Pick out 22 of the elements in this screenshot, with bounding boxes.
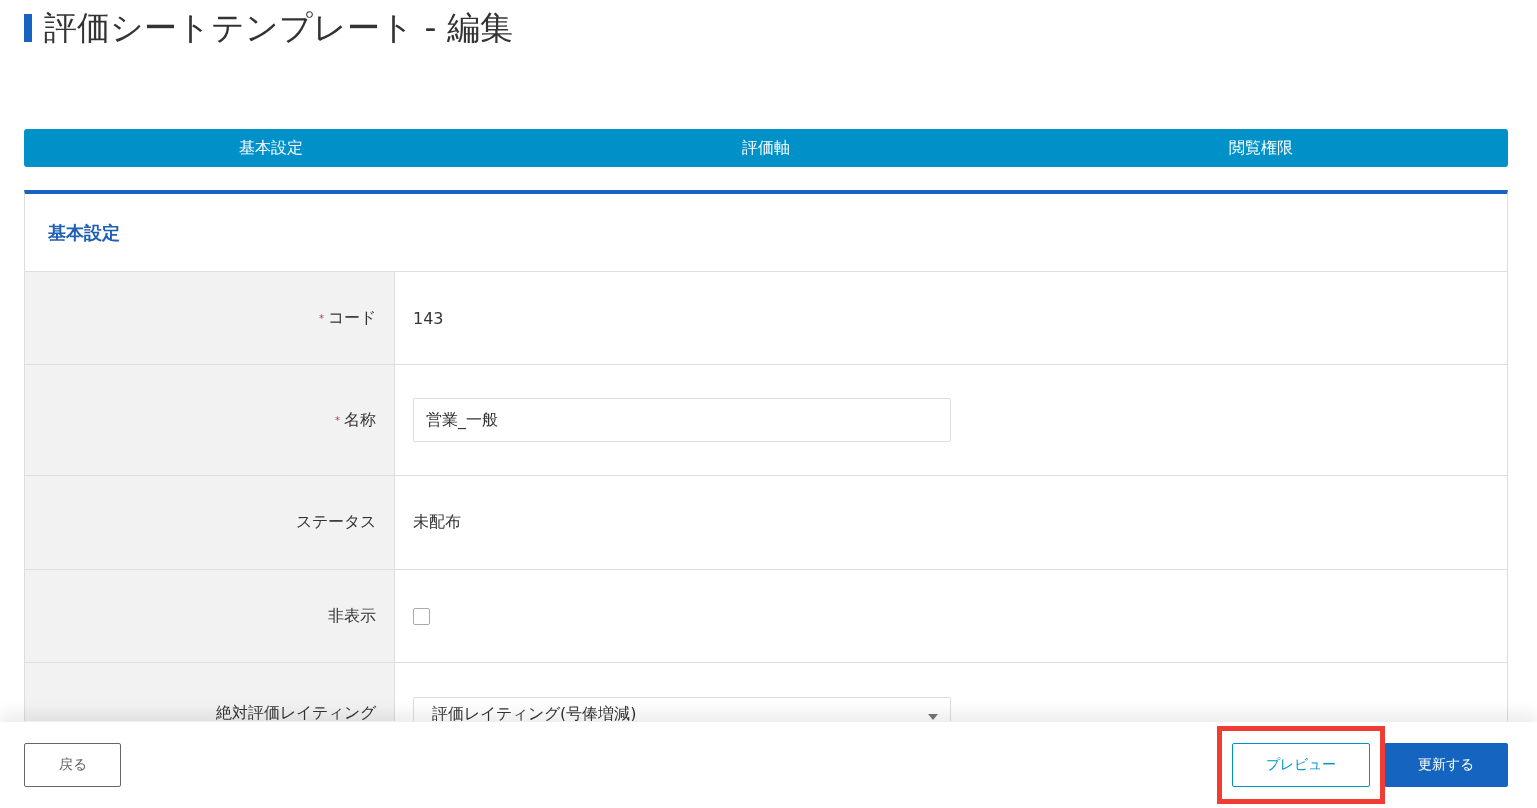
dropdown-caret-icon	[928, 714, 938, 720]
section-title: 基本設定	[48, 220, 120, 245]
tab[interactable]: 評価軸	[518, 129, 1014, 167]
tab[interactable]: 基本設定	[24, 129, 519, 167]
required-mark: *	[319, 312, 324, 324]
title-accent-bar	[24, 14, 32, 42]
field-value: 未配布	[413, 512, 461, 533]
tab[interactable]: 閲覧権限	[1013, 129, 1508, 167]
field-value: 143	[413, 308, 444, 328]
field-label: 絶対評価レイティング	[216, 703, 376, 721]
field-label: 非表示	[328, 605, 376, 627]
required-mark: *	[335, 414, 340, 426]
checkbox[interactable]	[413, 607, 430, 625]
name-input-field[interactable]: 営業_一般	[413, 398, 951, 442]
field-label: コード	[328, 307, 376, 329]
rating-dropdown[interactable]: 評価レイティング(号俸増減)	[413, 697, 951, 721]
back-button[interactable]: 戻る	[24, 743, 121, 787]
update-button[interactable]: 更新する	[1384, 743, 1508, 787]
field-label: 名称	[344, 409, 376, 431]
field-label: ステータス	[296, 512, 376, 533]
preview-button[interactable]: プレビュー	[1232, 743, 1370, 787]
page-title: 評価シートテンプレート - 編集	[44, 6, 513, 49]
